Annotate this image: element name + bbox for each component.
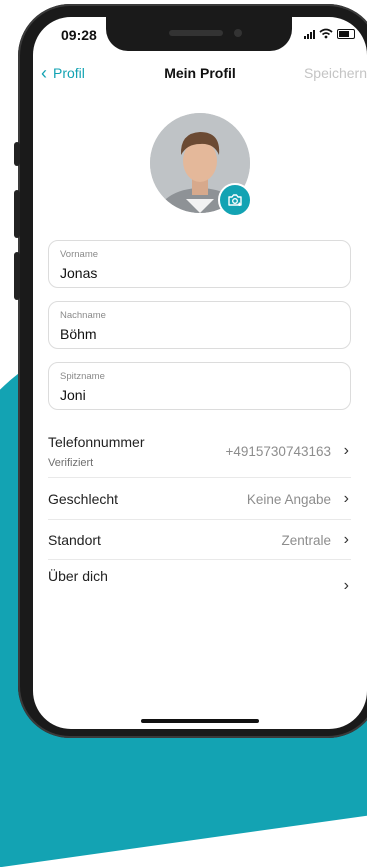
volume-down-button <box>14 252 20 300</box>
status-icons <box>304 28 355 39</box>
camera-add-icon <box>228 194 242 206</box>
verified-label: Verifiziert <box>48 457 94 469</box>
status-time: 09:28 <box>61 27 97 43</box>
home-indicator[interactable] <box>141 719 259 723</box>
row-title: Geschlecht <box>48 491 119 507</box>
gender-row[interactable]: Geschlecht Keine Angabe › <box>48 477 351 520</box>
first-name-field[interactable]: Vorname Jonas <box>48 240 351 288</box>
navigation-bar: ‹ Profil Mein Profil Speichern <box>33 64 367 89</box>
field-label: Vorname <box>60 249 99 260</box>
about-row[interactable]: Über dich › <box>48 559 351 605</box>
chevron-right-icon: › <box>343 490 349 507</box>
speaker <box>169 30 223 36</box>
row-title: Telefonnummer <box>48 434 145 450</box>
front-camera <box>234 29 242 37</box>
profile-photo[interactable] <box>150 113 252 217</box>
wifi-icon <box>319 28 333 39</box>
row-title: Standort <box>48 532 101 548</box>
volume-up-button <box>14 190 20 238</box>
field-label: Nachname <box>60 310 106 321</box>
phone-number-row[interactable]: Telefonnummer Verifiziert +4915730743163… <box>48 429 351 478</box>
chevron-right-icon: › <box>343 531 349 548</box>
last-name-field[interactable]: Nachname Böhm <box>48 301 351 349</box>
chevron-right-icon: › <box>343 442 349 459</box>
app-screen: 09:28 ‹ Profil Mein Profil Speichern Vor… <box>33 17 367 729</box>
battery-icon <box>337 28 355 39</box>
field-value: Jonas <box>60 265 98 281</box>
row-value: +4915730743163 <box>225 444 332 459</box>
row-value: Zentrale <box>281 533 331 548</box>
notch <box>106 17 292 51</box>
mute-switch <box>14 142 20 166</box>
signal-icon <box>304 29 315 39</box>
nickname-field[interactable]: Spitzname Joni <box>48 362 351 410</box>
row-value: Keine Angabe <box>246 492 331 507</box>
location-row[interactable]: Standort Zentrale › <box>48 519 351 560</box>
chevron-right-icon: › <box>343 577 349 594</box>
field-value: Joni <box>60 387 86 403</box>
change-photo-button[interactable] <box>218 183 252 217</box>
field-label: Spitzname <box>60 371 105 382</box>
field-value: Böhm <box>60 326 97 342</box>
row-title: Über dich <box>48 568 108 584</box>
save-button[interactable]: Speichern <box>304 65 367 81</box>
